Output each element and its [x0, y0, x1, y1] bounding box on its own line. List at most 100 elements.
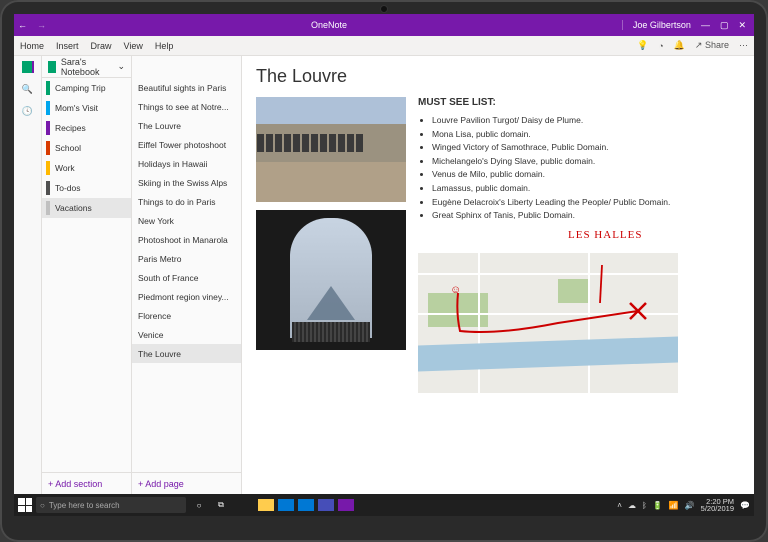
section-label: Vacations: [55, 203, 92, 213]
notebook-header[interactable]: Sara's Notebook ⌄: [42, 56, 131, 78]
page-item[interactable]: Florence: [132, 306, 241, 325]
section-label: Camping Trip: [55, 83, 106, 93]
forward-icon[interactable]: →: [37, 20, 46, 30]
sections-panel: Sara's Notebook ⌄ Camping Trip Mom's Visi…: [42, 56, 132, 494]
tray-battery-icon[interactable]: 🔋: [653, 501, 663, 510]
pages-panel: _ Beautiful sights in ParisThings to see…: [132, 56, 242, 494]
task-view-icon[interactable]: ⧉: [212, 497, 230, 513]
section-item[interactable]: Mom's Visit: [42, 98, 131, 118]
list-item[interactable]: Winged Victory of Samothrace, Public Dom…: [432, 141, 740, 155]
page-item[interactable]: Piedmont region viney...: [132, 287, 241, 306]
section-label: To-dos: [55, 183, 81, 193]
list-item[interactable]: Michelangelo's Dying Slave, public domai…: [432, 155, 740, 169]
page-item[interactable]: The Louvre: [132, 116, 241, 135]
ribbon: Home Insert Draw View Help 💡 ◔ 🔔 ↗ Share…: [14, 36, 754, 56]
section-label: Mom's Visit: [55, 103, 98, 113]
section-label: School: [55, 143, 81, 153]
app-teams[interactable]: [318, 499, 334, 511]
chevron-down-icon: ⌄: [117, 61, 125, 72]
maximize-button[interactable]: ▢: [720, 20, 729, 31]
list-item[interactable]: Mona Lisa, public domain.: [432, 128, 740, 142]
app-onenote[interactable]: [338, 499, 354, 511]
section-color-tab: [46, 121, 50, 135]
list-item[interactable]: Eugène Delacroix's Liberty Leading the P…: [432, 196, 740, 210]
section-item[interactable]: Recipes: [42, 118, 131, 138]
list-heading[interactable]: MUST SEE LIST:: [418, 97, 740, 108]
taskbar: ○ Type here to search ○ ⧉ ˄ ☁ ᛒ 🔋 📶 🔊 2:…: [14, 494, 754, 516]
back-icon[interactable]: ←: [18, 20, 27, 30]
section-item[interactable]: Vacations: [42, 198, 131, 218]
lightbulb-icon[interactable]: 💡: [637, 40, 648, 51]
tray-onedrive-icon[interactable]: ☁: [628, 501, 636, 510]
page-item[interactable]: Eiffel Tower photoshoot: [132, 135, 241, 154]
ink-annotation[interactable]: LES HALLES: [568, 229, 754, 241]
tab-draw[interactable]: Draw: [91, 41, 112, 51]
list-item[interactable]: Great Sphinx of Tanis, Public Domain.: [432, 209, 740, 223]
screen: ← → OneNote Joe Gilbertson — ▢ ✕ Home In…: [14, 14, 754, 516]
start-button[interactable]: [18, 498, 32, 512]
page-item[interactable]: Photoshoot in Manarola: [132, 230, 241, 249]
bell-icon[interactable]: 🔔: [674, 40, 685, 51]
search-icon[interactable]: 🔍: [21, 82, 35, 96]
page-item[interactable]: South of France: [132, 268, 241, 287]
add-page-button[interactable]: + Add page: [132, 472, 241, 494]
page-item[interactable]: The Louvre: [132, 344, 241, 363]
section-item[interactable]: Work: [42, 158, 131, 178]
more-icon[interactable]: ⋯: [739, 40, 748, 51]
taskbar-search[interactable]: ○ Type here to search: [36, 497, 186, 513]
page-item[interactable]: Paris Metro: [132, 249, 241, 268]
app-photos[interactable]: [278, 499, 294, 511]
ink-route: ☺: [418, 253, 678, 393]
section-item[interactable]: To-dos: [42, 178, 131, 198]
section-color-tab: [46, 81, 50, 95]
section-color-tab: [46, 181, 50, 195]
list-item[interactable]: Louvre Pavilion Turgot/ Daisy de Plume.: [432, 114, 740, 128]
section-color-tab: [46, 101, 50, 115]
app-file-explorer[interactable]: [258, 499, 274, 511]
page-canvas[interactable]: The Louvre MUST SEE LIST: Louvre Pavili: [242, 56, 754, 494]
page-item[interactable]: Beautiful sights in Paris: [132, 78, 241, 97]
device-camera: [380, 5, 388, 13]
tray-bluetooth-icon[interactable]: ᛒ: [642, 501, 647, 510]
page-item[interactable]: New York: [132, 211, 241, 230]
clock[interactable]: 2:20 PM 5/20/2019: [701, 498, 734, 513]
tray-wifi-icon[interactable]: 📶: [669, 501, 679, 510]
image-map[interactable]: ☺: [418, 253, 678, 393]
location-icon[interactable]: ◔: [658, 41, 663, 51]
list-item[interactable]: Lamassus, public domain.: [432, 182, 740, 196]
share-button[interactable]: ↗ Share: [695, 40, 729, 51]
must-see-list[interactable]: Louvre Pavilion Turgot/ Daisy de Plume.M…: [432, 114, 740, 223]
section-color-tab: [46, 161, 50, 175]
cortana-icon[interactable]: ○: [190, 497, 208, 513]
page-item[interactable]: Holidays in Hawaii: [132, 154, 241, 173]
tray-volume-icon[interactable]: 🔊: [685, 501, 695, 510]
tab-view[interactable]: View: [124, 41, 143, 51]
image-louvre-courtyard[interactable]: [256, 97, 406, 202]
titlebar: ← → OneNote Joe Gilbertson — ▢ ✕: [14, 14, 754, 36]
close-button[interactable]: ✕: [738, 20, 746, 31]
page-item[interactable]: Skiing in the Swiss Alps: [132, 173, 241, 192]
list-item[interactable]: Venus de Milo, public domain.: [432, 168, 740, 182]
page-item[interactable]: Things to do in Paris: [132, 192, 241, 211]
tab-insert[interactable]: Insert: [56, 41, 79, 51]
notebook-name: Sara's Notebook: [61, 57, 114, 77]
svg-text:☺: ☺: [450, 284, 461, 296]
recent-icon[interactable]: 🕓: [21, 104, 35, 118]
add-section-button[interactable]: + Add section: [42, 472, 131, 494]
image-louvre-pyramid[interactable]: [256, 210, 406, 350]
section-item[interactable]: School: [42, 138, 131, 158]
minimize-button[interactable]: —: [701, 20, 710, 30]
section-item[interactable]: Camping Trip: [42, 78, 131, 98]
page-item[interactable]: Things to see at Notre...: [132, 97, 241, 116]
user-name[interactable]: Joe Gilbertson: [622, 20, 691, 30]
section-color-tab: [46, 141, 50, 155]
notebooks-icon[interactable]: [21, 60, 35, 74]
app-mail[interactable]: [298, 499, 314, 511]
nav-rail: 🔍 🕓: [14, 56, 42, 494]
page-title[interactable]: The Louvre: [256, 66, 740, 87]
tray-chevron-icon[interactable]: ˄: [617, 501, 622, 510]
notifications-icon[interactable]: 💬: [740, 501, 750, 510]
tab-home[interactable]: Home: [20, 41, 44, 51]
page-item[interactable]: Venice: [132, 325, 241, 344]
tab-help[interactable]: Help: [155, 41, 174, 51]
